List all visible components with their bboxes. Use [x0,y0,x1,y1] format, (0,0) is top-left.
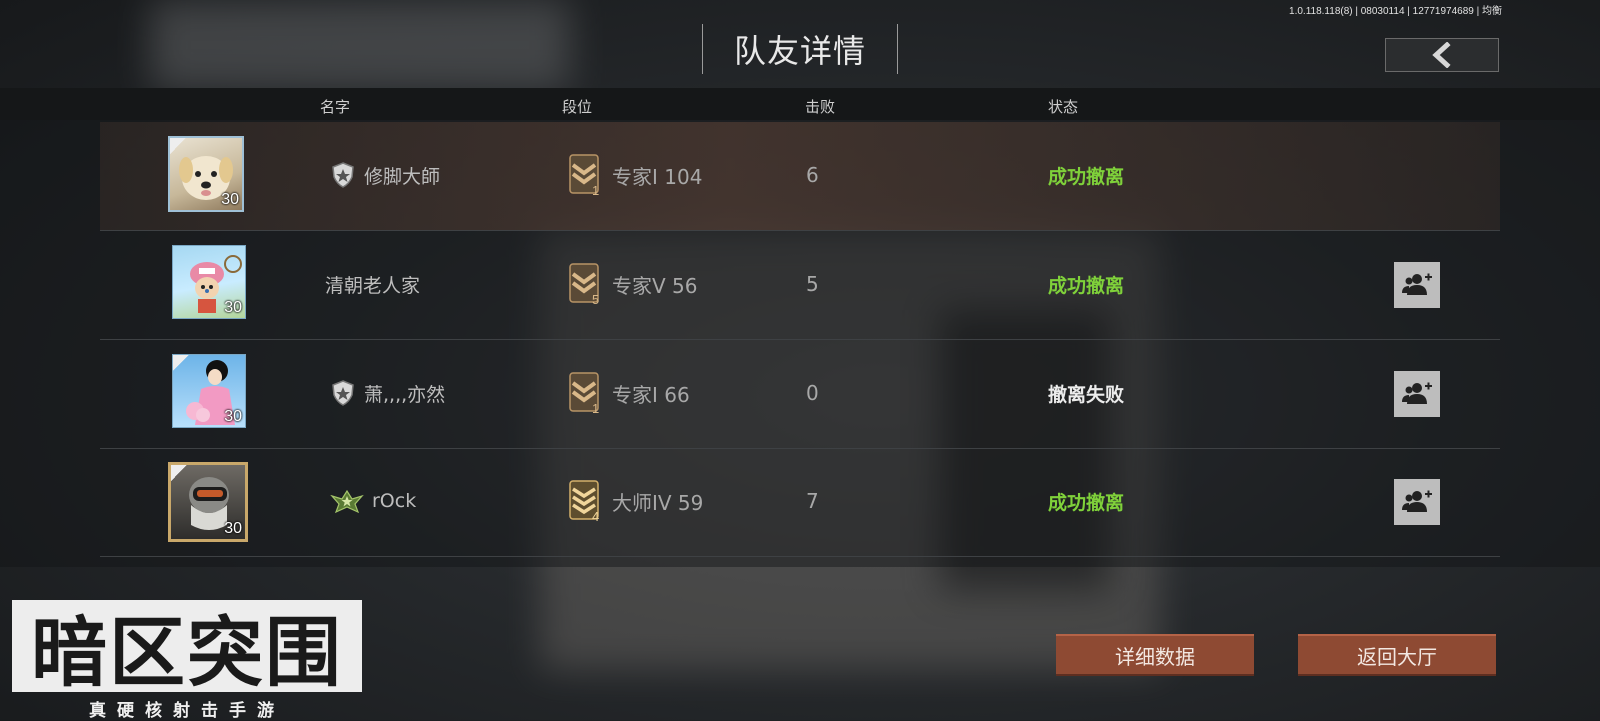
rank-tier-label: 5 [592,292,599,306]
chevron-left-icon [1432,42,1451,68]
return-lobby-button[interactable]: 返回大厅 [1298,634,1496,676]
kills-count: 0 [806,381,819,405]
shield-badge-icon [332,380,354,406]
rank-tier-label: 1 [592,401,599,415]
rank-tier-label: 1 [592,183,599,197]
column-header-name: 名字 [320,98,351,116]
kills-count: 5 [806,272,819,296]
add-friend-button[interactable] [1394,262,1440,308]
kills-count: 6 [806,163,819,187]
extraction-status: 撤离失败 [1048,383,1125,406]
player-row: 30 清朝老人家 5 专家V 56 5 成功撤离 [100,231,1500,340]
rank-label: 专家V 56 [612,273,698,298]
extraction-status: 成功撤离 [1048,274,1125,297]
back-button[interactable] [1385,38,1499,72]
version-info: 1.0.118.118(8) | 08030114 | 12771974689 … [1289,6,1502,17]
add-friend-icon [1402,382,1432,404]
column-header-rank: 段位 [562,98,593,116]
rank-chevron-icon: 4 [569,480,599,523]
player-row: 30 萧,,,,亦然 1 专家I 66 0 撤离失败 [100,340,1500,449]
shield-badge-icon [332,162,354,188]
avatar[interactable]: 30 [168,462,248,542]
rank-cell: 4 大师IV 59 [566,448,703,554]
player-name: 修脚大師 [364,165,441,188]
rank-chevron-icon: 1 [569,154,599,197]
rank-cell: 1 专家I 66 [566,340,690,446]
table-header [0,88,1600,120]
player-name-cell: 萧,,,,亦然 [330,340,445,446]
game-logo: 暗区突围 真硬核射击手游 [12,600,362,721]
column-header-status: 状态 [1048,98,1079,116]
level-badge: 30 [224,408,242,425]
column-header-kills: 击败 [805,98,836,116]
level-badge: 30 [224,520,242,537]
page-title: 队友详情 [702,24,898,74]
kills-count: 7 [806,489,819,513]
player-name: 清朝老人家 [325,274,421,297]
rank-label: 专家I 66 [612,382,690,407]
avatar[interactable]: 30 [168,136,244,212]
rank-tier-label: 4 [592,509,599,523]
player-row: 30 修脚大師 1 专家I 104 6 成功撤离 [100,122,1500,231]
player-name-cell: 修脚大師 [330,122,440,228]
rank-label: 专家I 104 [612,164,703,189]
player-name-cell: 清朝老人家 [325,231,420,337]
rank-cell: 5 专家V 56 [566,231,698,337]
add-friend-button[interactable] [1394,479,1440,525]
level-badge: 30 [221,191,239,208]
add-friend-icon [1402,273,1432,295]
rank-label: 大师IV 59 [612,490,704,515]
player-row: 30 rOck 4 大师IV 59 7 成功撤离 [100,448,1500,557]
extraction-status: 成功撤离 [1048,491,1125,514]
avatar[interactable]: 30 [172,354,246,428]
rank-chevron-icon: 1 [569,372,599,415]
green-star-badge-icon [330,489,364,514]
level-badge: 30 [224,299,242,316]
add-friend-icon [1402,490,1432,512]
player-name: 萧,,,,亦然 [364,383,446,406]
avatar[interactable]: 30 [172,245,246,319]
logo-title: 暗区突围 [12,600,362,692]
rank-cell: 1 专家I 104 [566,122,702,228]
logo-subtitle: 真硬核射击手游 [89,701,285,721]
extraction-status: 成功撤离 [1048,165,1125,188]
add-friend-button[interactable] [1394,371,1440,417]
rank-chevron-icon: 5 [569,263,599,306]
player-name-cell: rOck [330,448,416,554]
player-name: rOck [372,490,417,512]
detail-data-button[interactable]: 详细数据 [1056,634,1254,676]
